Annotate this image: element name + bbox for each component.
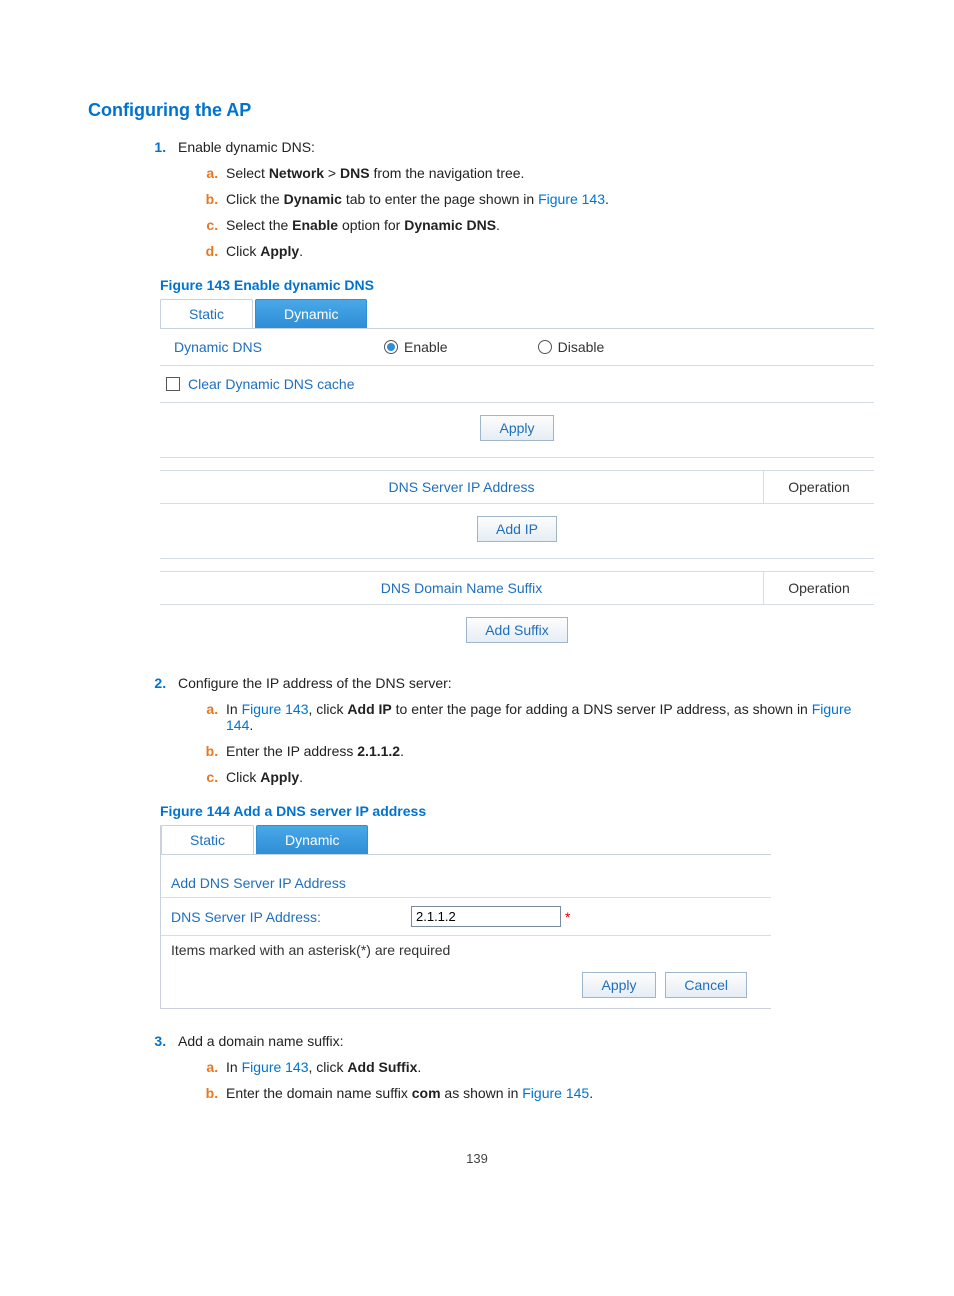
step-2a: In Figure 143, click Add IP to enter the… [222,701,874,733]
dns-suffix-table-header: DNS Domain Name Suffix Operation [160,571,874,605]
tab-static[interactable]: Static [161,825,254,854]
clear-cache-row: Clear Dynamic DNS cache [160,366,874,403]
tabs: Static Dynamic [161,825,771,855]
text: , click [309,701,348,717]
bold-text: Dynamic DNS [404,217,496,233]
radio-enable[interactable]: Enable [384,339,448,355]
dns-ip-form-row: DNS Server IP Address: * [161,898,771,936]
clear-cache-checkbox[interactable] [166,377,180,391]
apply-button-row: Apply [160,403,874,458]
figure-143-ui: Static Dynamic Dynamic DNS Enable Disabl… [160,299,874,659]
text: . [496,217,500,233]
step-3-title: Add a domain name suffix: [178,1033,344,1049]
step-3a: In Figure 143, click Add Suffix. [222,1059,874,1075]
section-heading: Configuring the AP [88,100,874,121]
radio-label: Disable [558,339,605,355]
step-2: Configure the IP address of the DNS serv… [170,675,874,785]
text: . [299,243,303,259]
text: tab to enter the page shown in [342,191,538,207]
radio-label: Enable [404,339,448,355]
cancel-button[interactable]: Cancel [665,972,747,998]
bold-text: com [412,1085,441,1101]
step-1: Enable dynamic DNS: Select Network > DNS… [170,139,874,259]
text: > [324,165,340,181]
text: . [299,769,303,785]
figure-145-link[interactable]: Figure 145 [522,1085,589,1101]
radio-icon [384,340,398,354]
th-operation: Operation [764,572,874,604]
step-3: Add a domain name suffix: In Figure 143,… [170,1033,874,1101]
dynamic-dns-label: Dynamic DNS [166,339,384,355]
step-1a: Select Network > DNS from the navigation… [222,165,874,181]
step-1d: Click Apply. [222,243,874,259]
bold-text: Add Suffix [347,1059,417,1075]
add-ip-button[interactable]: Add IP [477,516,557,542]
radio-icon [538,340,552,354]
add-suffix-row: Add Suffix [160,605,874,659]
tabs: Static Dynamic [160,299,874,329]
button-row: Apply Cancel [161,964,771,1006]
bold-text: Apply [260,243,299,259]
step-2c: Click Apply. [222,769,874,785]
step-1c: Select the Enable option for Dynamic DNS… [222,217,874,233]
figure-144-ui: Static Dynamic Add DNS Server IP Address… [160,825,771,1009]
text: as shown in [441,1085,523,1101]
tab-static[interactable]: Static [160,299,253,328]
step-3b: Enter the domain name suffix com as show… [222,1085,874,1101]
text: Select the [226,217,292,233]
text: . [400,743,404,759]
tab-dynamic[interactable]: Dynamic [255,299,367,328]
text: from the navigation tree. [370,165,525,181]
bold-text: 2.1.1.2 [357,743,400,759]
step-1b: Click the Dynamic tab to enter the page … [222,191,874,207]
figure-144-caption: Figure 144 Add a DNS server IP address [160,803,874,819]
text: . [249,717,253,733]
bold-text: Apply [260,769,299,785]
step-2-title: Configure the IP address of the DNS serv… [178,675,452,691]
page-number: 139 [80,1151,874,1166]
add-ip-row: Add IP [160,504,874,559]
text: Select [226,165,269,181]
text: Click [226,243,260,259]
figure-143-caption: Figure 143 Enable dynamic DNS [160,277,874,293]
text: Enter the domain name suffix [226,1085,412,1101]
apply-button[interactable]: Apply [480,415,553,441]
radio-disable[interactable]: Disable [538,339,605,355]
step-2b: Enter the IP address 2.1.1.2. [222,743,874,759]
th-dns-ip: DNS Server IP Address [160,471,764,503]
tab-dynamic[interactable]: Dynamic [256,825,368,854]
text: In [226,701,242,717]
dns-ip-field-label: DNS Server IP Address: [171,909,411,925]
required-asterisk: * [565,909,570,925]
add-dns-ip-section-title: Add DNS Server IP Address [161,855,771,898]
figure-143-link[interactable]: Figure 143 [242,1059,309,1075]
add-suffix-button[interactable]: Add Suffix [466,617,568,643]
dns-ip-table-header: DNS Server IP Address Operation [160,470,874,504]
step-1-title: Enable dynamic DNS: [178,139,315,155]
text: In [226,1059,242,1075]
th-operation: Operation [764,471,874,503]
th-dns-suffix: DNS Domain Name Suffix [160,572,764,604]
figure-143-link[interactable]: Figure 143 [242,701,309,717]
text: , click [309,1059,348,1075]
apply-button[interactable]: Apply [582,972,655,998]
clear-cache-label: Clear Dynamic DNS cache [188,376,355,392]
required-note: Items marked with an asterisk(*) are req… [161,936,771,964]
bold-text: Dynamic [284,191,342,207]
dns-ip-input[interactable] [411,906,561,927]
text: Click [226,769,260,785]
bold-text: DNS [340,165,370,181]
text: . [605,191,609,207]
bold-text: Network [269,165,324,181]
dynamic-dns-row: Dynamic DNS Enable Disable [160,329,874,366]
bold-text: Enable [292,217,338,233]
figure-143-link[interactable]: Figure 143 [538,191,605,207]
text: Enter the IP address [226,743,357,759]
text: Click the [226,191,284,207]
text: option for [338,217,404,233]
text: . [589,1085,593,1101]
text: to enter the page for adding a DNS serve… [392,701,812,717]
text: . [417,1059,421,1075]
bold-text: Add IP [347,701,391,717]
